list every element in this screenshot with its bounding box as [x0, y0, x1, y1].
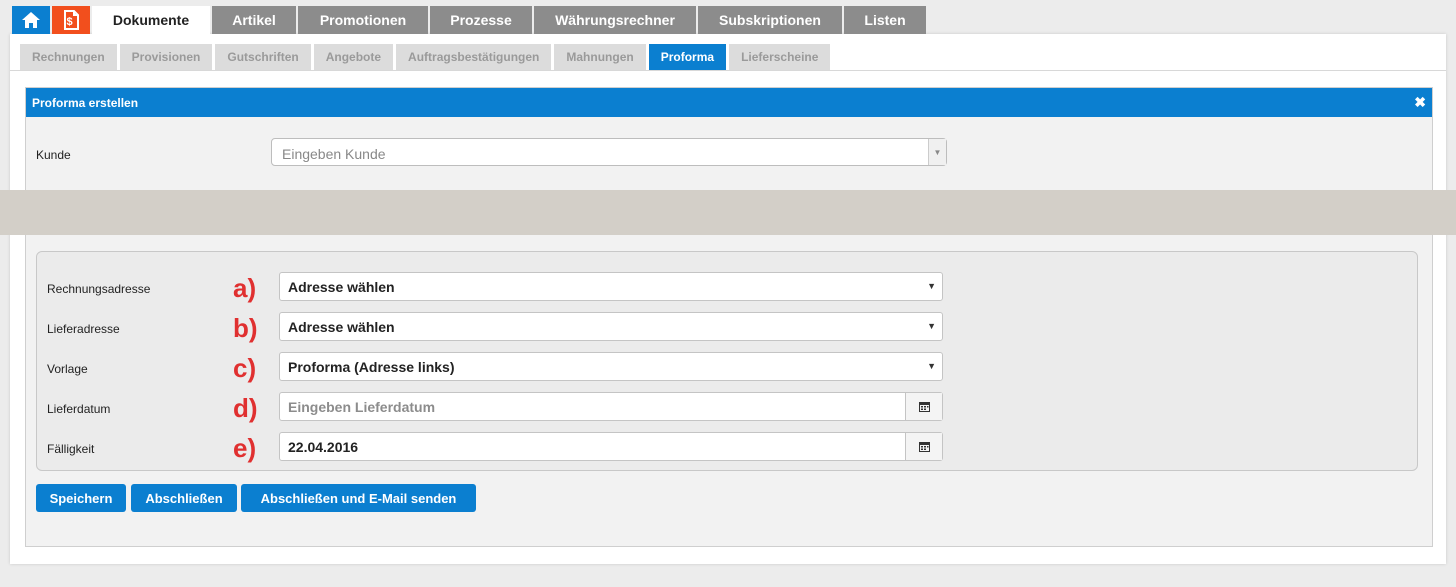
svg-text:$: $ [67, 16, 73, 28]
chevron-down-icon[interactable]: ▼ [928, 139, 946, 165]
save-button[interactable]: Speichern [36, 484, 126, 512]
faelligkeit-label: Fälligkeit [47, 442, 95, 456]
document-money-icon: $ [64, 10, 79, 30]
lieferdatum-placeholder: Eingeben Lieferdatum [288, 399, 436, 415]
home-icon [22, 12, 40, 28]
rechnungsadresse-select[interactable]: Adresse wählen ▼ [279, 272, 943, 301]
caret-down-icon: ▼ [927, 321, 936, 331]
sub-nav: Rechnungen Provisionen Gutschriften Ange… [20, 44, 831, 70]
caret-down-icon: ▼ [927, 281, 936, 291]
lieferadresse-value: Adresse wählen [288, 319, 395, 335]
kunde-select[interactable]: Eingeben Kunde ▼ [271, 138, 947, 166]
tab-artikel[interactable]: Artikel [212, 6, 296, 34]
lieferadresse-select[interactable]: Adresse wählen ▼ [279, 312, 943, 341]
kunde-label: Kunde [36, 148, 71, 162]
rechnungsadresse-value: Adresse wählen [288, 279, 395, 295]
rechnungsadresse-label: Rechnungsadresse [47, 282, 151, 296]
tab-promotionen[interactable]: Promotionen [298, 6, 428, 34]
vorlage-label: Vorlage [47, 362, 88, 376]
subtab-mahnungen[interactable]: Mahnungen [554, 44, 646, 70]
tab-waehrungsrechner[interactable]: Währungsrechner [534, 6, 696, 34]
tab-dokumente[interactable]: Dokumente [92, 6, 210, 34]
marker-c: c) [233, 353, 257, 383]
faelligkeit-value: 22.04.2016 [288, 439, 359, 455]
caret-down-icon: ▼ [927, 361, 936, 371]
home-tab[interactable] [12, 6, 50, 34]
calendar-button[interactable] [905, 393, 942, 420]
main-nav: $ Dokumente Artikel Promotionen Prozesse… [12, 6, 926, 34]
faelligkeit-input[interactable]: 22.04.2016 [279, 432, 943, 461]
marker-b: b) [233, 313, 258, 343]
subtab-proforma[interactable]: Proforma [648, 44, 727, 70]
tab-subskriptionen[interactable]: Subskriptionen [698, 6, 842, 34]
tab-prozesse[interactable]: Prozesse [430, 6, 532, 34]
screenshot-divider-band [0, 190, 1456, 235]
kunde-placeholder: Eingeben Kunde [282, 146, 386, 162]
subtab-angebote[interactable]: Angebote [313, 44, 394, 70]
subnav-divider [10, 70, 1446, 71]
vorlage-select[interactable]: Proforma (Adresse links) ▼ [279, 352, 943, 381]
subtab-gutschriften[interactable]: Gutschriften [215, 44, 311, 70]
subtab-lieferscheine[interactable]: Lieferscheine [729, 44, 831, 70]
tab-listen[interactable]: Listen [844, 6, 926, 34]
finish-button[interactable]: Abschließen [131, 484, 237, 512]
panel-header: Proforma erstellen ✖ [26, 88, 1432, 117]
vorlage-value: Proforma (Adresse links) [288, 359, 455, 375]
calendar-button[interactable] [905, 433, 942, 460]
calendar-icon [918, 402, 930, 412]
lieferadresse-label: Lieferadresse [47, 322, 120, 336]
calendar-icon [918, 442, 930, 452]
lieferdatum-label: Lieferdatum [47, 402, 111, 416]
marker-a: a) [233, 273, 257, 303]
document-money-tab[interactable]: $ [52, 6, 90, 34]
subtab-provisionen[interactable]: Provisionen [119, 44, 213, 70]
panel-title: Proforma erstellen [32, 96, 139, 110]
subtab-rechnungen[interactable]: Rechnungen [20, 44, 117, 70]
close-icon[interactable]: ✖ [1414, 94, 1426, 111]
subtab-auftragsbestaetigungen[interactable]: Auftragsbestätigungen [396, 44, 552, 70]
lieferdatum-input[interactable]: Eingeben Lieferdatum [279, 392, 943, 421]
finish-email-button[interactable]: Abschließen und E-Mail senden [241, 484, 476, 512]
marker-e: e) [233, 433, 257, 463]
marker-d: d) [233, 393, 258, 423]
